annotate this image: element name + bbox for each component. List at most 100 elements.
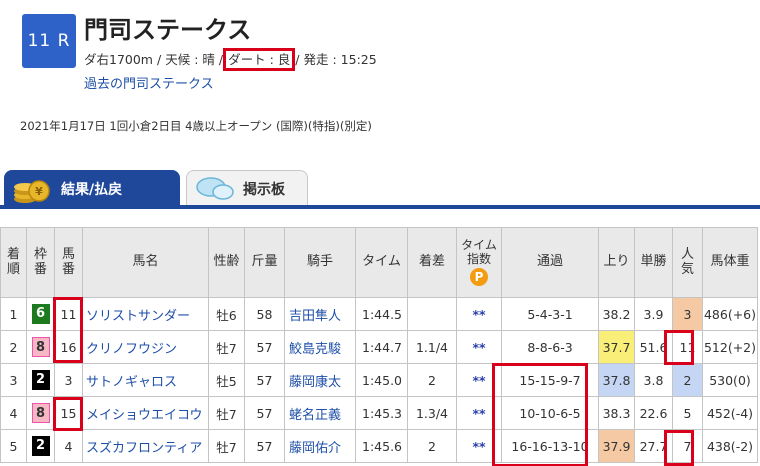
last3f-cell: 38.3: [598, 396, 635, 430]
sexage-cell: 牡5: [208, 363, 245, 397]
header-umaban: 馬番: [54, 227, 83, 298]
race-date-line: 2021年1月17日 1回小倉2日目 4歳以上オープン (国際)(特指)(別定): [20, 119, 372, 133]
waku-cell: 6: [26, 297, 55, 331]
weight-cell: 57: [244, 429, 285, 463]
sexage-cell: 牡6: [208, 297, 245, 331]
margin-cell: 2: [407, 429, 457, 463]
weather: 天候 : 晴: [165, 52, 215, 67]
margin-cell: [407, 297, 457, 331]
time-cell: 1:45.3: [355, 396, 408, 430]
table-row: 2 8 16 クリノフウジン 牡7 57 鮫島克駿 1:44.7 1.1/4 *…: [0, 330, 758, 364]
table-row: 1 6 11 ソリストサンダー 牡6 58 吉田隼人 1:44.5 ** 5-4…: [0, 297, 758, 331]
header-rank: 着順: [0, 227, 27, 298]
odds-cell: 3.8: [634, 363, 673, 397]
header-weight: 斤量: [244, 227, 285, 298]
time-cell: 1:45.0: [355, 363, 408, 397]
horse-name-link[interactable]: メイショウエイコウ: [82, 396, 209, 430]
tab-underline: [0, 205, 760, 209]
table-row: 3 2 3 サトノギャロス 牡5 57 藤岡康太 1:45.0 2 ** 15-…: [0, 363, 758, 397]
horse-name-link[interactable]: サトノギャロス: [82, 363, 209, 397]
margin-cell: 2: [407, 363, 457, 397]
start-time: 発走 : 15:25: [303, 52, 377, 67]
last3f-cell: 37.9: [598, 429, 635, 463]
body-weight-cell: 486(+6): [702, 297, 758, 331]
coins-icon: ¥: [14, 179, 50, 203]
table-row: 4 8 15 メイショウエイコウ 牡7 57 蛯名正義 1:45.3 1.3/4…: [0, 396, 758, 430]
rank-cell: 4: [0, 396, 27, 430]
jockey-link[interactable]: 蛯名正義: [284, 396, 356, 430]
header-waku: 枠番: [26, 227, 55, 298]
body-weight-cell: 530(0): [702, 363, 758, 397]
margin-cell: 1.3/4: [407, 396, 457, 430]
waku-cell: 8: [26, 330, 55, 364]
body-weight-cell: 452(-4): [702, 396, 758, 430]
table-header-row: 着順 枠番 馬番 馬名 性齢 斤量 騎手 タイム 着差 タイム 指数 P 通過 上り…: [0, 227, 758, 298]
index-cell[interactable]: **: [456, 363, 502, 397]
umaban-cell: 3: [54, 363, 83, 397]
jockey-link[interactable]: 藤岡康太: [284, 363, 356, 397]
passing-cell: 8-8-6-3: [501, 330, 599, 364]
passing-cell: 15-15-9-7: [501, 363, 599, 397]
header-popularity: 人気: [672, 227, 703, 298]
past-races-link[interactable]: 過去の門司ステークス: [84, 73, 214, 92]
tab-bbs-label: 掲示板: [243, 181, 285, 198]
rank-cell: 3: [0, 363, 27, 397]
margin-cell: 1.1/4: [407, 330, 457, 364]
header-time: タイム: [355, 227, 408, 298]
popularity-cell: 7: [672, 429, 703, 463]
index-cell[interactable]: **: [456, 429, 502, 463]
passing-cell: 10-10-6-5: [501, 396, 599, 430]
index-cell[interactable]: **: [456, 297, 502, 331]
odds-cell: 3.9: [634, 297, 673, 331]
horse-name-link[interactable]: クリノフウジン: [82, 330, 209, 364]
horse-name-link[interactable]: スズカフロンティア: [82, 429, 209, 463]
tab-results-label: 結果/払戻: [61, 181, 123, 198]
jockey-link[interactable]: 鮫島克駿: [284, 330, 356, 364]
race-info: ダ右1700m / 天候 : 晴 / ダート : 良 / 発走 : 15:25: [84, 48, 377, 71]
weight-cell: 57: [244, 396, 285, 430]
header-odds: 単勝: [634, 227, 673, 298]
header-time-index: タイム 指数 P: [456, 227, 502, 298]
jockey-link[interactable]: 吉田隼人: [284, 297, 356, 331]
header-last3f: 上り: [598, 227, 635, 298]
weight-cell: 57: [244, 330, 285, 364]
odds-cell: 51.6: [634, 330, 673, 364]
odds-cell: 27.7: [634, 429, 673, 463]
weight-cell: 58: [244, 297, 285, 331]
passing-cell: 16-16-13-10: [501, 429, 599, 463]
premium-badge-icon[interactable]: P: [470, 268, 488, 287]
waku-cell: 2: [26, 429, 55, 463]
sexage-cell: 牡7: [208, 330, 245, 364]
passing-cell: 5-4-3-1: [501, 297, 599, 331]
header-horse: 馬名: [82, 227, 209, 298]
waku-cell: 2: [26, 363, 55, 397]
popularity-cell: 11: [672, 330, 703, 364]
time-cell: 1:45.6: [355, 429, 408, 463]
popularity-cell: 2: [672, 363, 703, 397]
rank-cell: 2: [0, 330, 27, 364]
tab-bbs[interactable]: 掲示板: [186, 170, 308, 206]
last3f-cell: 37.7: [598, 330, 635, 364]
sexage-cell: 牡7: [208, 396, 245, 430]
last3f-cell: 38.2: [598, 297, 635, 331]
body-weight-cell: 512(+2): [702, 330, 758, 364]
header-margin: 着差: [407, 227, 457, 298]
tab-results[interactable]: ¥ 結果/払戻: [4, 170, 180, 206]
jockey-link[interactable]: 藤岡佑介: [284, 429, 356, 463]
odds-cell: 22.6: [634, 396, 673, 430]
svg-text:¥: ¥: [35, 185, 43, 198]
index-cell[interactable]: **: [456, 396, 502, 430]
horse-name-link[interactable]: ソリストサンダー: [82, 297, 209, 331]
sexage-cell: 牡7: [208, 429, 245, 463]
last3f-cell: 37.8: [598, 363, 635, 397]
race-title: 門司ステークス: [84, 16, 252, 44]
umaban-cell: 4: [54, 429, 83, 463]
index-cell[interactable]: **: [456, 330, 502, 364]
time-cell: 1:44.7: [355, 330, 408, 364]
results-table: 着順 枠番 馬番 馬名 性齢 斤量 騎手 タイム 着差 タイム 指数 P 通過 上り…: [0, 227, 758, 463]
umaban-cell: 15: [54, 396, 83, 430]
rank-cell: 1: [0, 297, 27, 331]
waku-cell: 8: [26, 396, 55, 430]
header-passing: 通過: [501, 227, 599, 298]
track-condition: ダート : 良: [223, 48, 296, 71]
